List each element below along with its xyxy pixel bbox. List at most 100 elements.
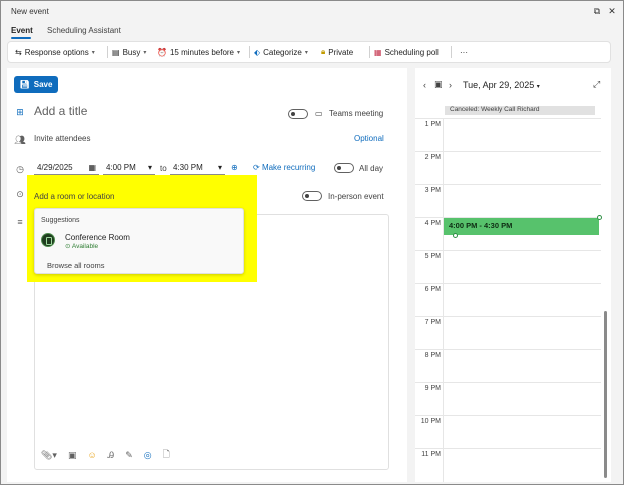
in-person-toggle[interactable] bbox=[302, 191, 322, 201]
hour-row[interactable]: 11 PM bbox=[415, 448, 601, 482]
all-day-toggle[interactable] bbox=[334, 163, 354, 173]
today-calendar-icon[interactable]: ▣ bbox=[434, 79, 443, 90]
hour-row[interactable]: 5 PM bbox=[415, 250, 601, 284]
busy-button[interactable]: ▤ Busy ▾ bbox=[112, 42, 146, 62]
scheduling-poll-button[interactable]: ▦ Scheduling poll bbox=[374, 42, 439, 62]
hour-label: 3 PM bbox=[424, 187, 441, 194]
start-date-value: 4/29/2025 bbox=[37, 162, 73, 172]
calendar-date-picker[interactable]: Tue, Apr 29, 2025 ▾ bbox=[463, 80, 540, 90]
previous-day-icon[interactable]: ‹ bbox=[423, 80, 426, 90]
save-button[interactable]: 💾︎ Save bbox=[14, 76, 58, 93]
chevron-down-icon: ▾ bbox=[536, 84, 540, 90]
tab-scheduling-assistant[interactable]: Scheduling Assistant bbox=[47, 26, 121, 35]
chevron-down-icon: ▾ bbox=[91, 49, 95, 56]
hour-column-divider bbox=[443, 119, 444, 152]
hour-column-divider bbox=[443, 449, 444, 482]
end-time-dropdown[interactable]: 4:30 PM ▾ bbox=[170, 160, 225, 175]
conference-room-icon bbox=[41, 233, 55, 247]
close-icon[interactable]: ✕ bbox=[606, 5, 618, 17]
chevron-down-icon: ▾ bbox=[217, 162, 222, 172]
scheduling-poll-label: Scheduling poll bbox=[384, 47, 439, 57]
hour-column-divider bbox=[443, 152, 444, 185]
calendar-scrollbar-thumb[interactable] bbox=[604, 311, 607, 478]
calendar-scrollbar[interactable] bbox=[603, 111, 607, 478]
canceled-event-block[interactable]: Canceled: Weekly Call Richard bbox=[445, 106, 595, 115]
hour-column-divider bbox=[443, 350, 444, 383]
start-time-dropdown[interactable]: 4:00 PM ▾ bbox=[103, 160, 155, 175]
teams-meeting-label: Teams meeting bbox=[329, 109, 384, 118]
hour-row[interactable]: 3 PM bbox=[415, 184, 601, 218]
hour-label: 9 PM bbox=[424, 385, 441, 392]
tab-bar: Event Scheduling Assistant bbox=[1, 23, 623, 39]
hour-column-divider bbox=[443, 251, 444, 284]
teams-meeting-toggle[interactable] bbox=[288, 109, 308, 119]
reminder-button[interactable]: ⏰ 15 minutes before ▾ bbox=[157, 42, 240, 62]
tag-icon: ⬖ bbox=[254, 47, 261, 57]
hour-label: 10 PM bbox=[420, 418, 441, 425]
popout-icon[interactable]: ⧉ bbox=[591, 5, 603, 17]
hour-label: 2 PM bbox=[424, 154, 441, 161]
attach-paperclip-icon[interactable]: 📎︎▾ bbox=[41, 450, 57, 461]
expand-icon[interactable]: ⤢ bbox=[593, 79, 600, 90]
suggestions-heading: Suggestions bbox=[41, 217, 80, 224]
save-label: Save bbox=[33, 80, 53, 89]
toolbar-divider bbox=[249, 46, 250, 58]
resize-handle-bottom[interactable] bbox=[453, 233, 458, 238]
start-date-field[interactable]: 4/29/2025 ▦ bbox=[34, 160, 99, 175]
lock-icon: 🔒︎ bbox=[321, 47, 326, 56]
hour-row[interactable]: 6 PM bbox=[415, 283, 601, 317]
hour-label: 5 PM bbox=[424, 253, 441, 260]
categorize-label: Categorize bbox=[263, 47, 302, 57]
response-options-icon: ⇆ bbox=[15, 47, 22, 57]
more-icon: ··· bbox=[460, 47, 468, 57]
calendar-icon: ▦ bbox=[88, 162, 96, 172]
next-day-icon[interactable]: › bbox=[449, 80, 452, 90]
format-text-icon[interactable]: Ꭿ bbox=[108, 450, 115, 461]
window-title: New event bbox=[11, 7, 49, 16]
new-event-window: New event ⧉ ✕ Event Scheduling Assistant… bbox=[0, 0, 624, 485]
attendees-input[interactable]: Invite attendees bbox=[34, 134, 90, 143]
hour-row[interactable]: 1 PM bbox=[415, 118, 601, 152]
title-input[interactable]: Add a title bbox=[34, 104, 87, 118]
event-type-icon[interactable]: ⊞ bbox=[14, 106, 26, 118]
emoji-icon[interactable]: ☺ bbox=[87, 450, 96, 460]
new-event-block[interactable]: 4:00 PM - 4:30 PM bbox=[444, 215, 602, 238]
time-zone-globe-icon[interactable]: ⊕ bbox=[231, 163, 238, 172]
conference-room-option[interactable]: Conference Room bbox=[65, 233, 130, 242]
make-recurring-button[interactable]: ⟳ Make recurring bbox=[253, 163, 315, 172]
location-input[interactable]: Add a room or location bbox=[34, 192, 115, 201]
private-label: Private bbox=[328, 47, 354, 57]
room-status-label: Available bbox=[71, 243, 99, 250]
clock-icon: ◷ bbox=[16, 164, 24, 174]
event-toolbar: ⇆ Response options ▾ ▤ Busy ▾ ⏰ 15 minut… bbox=[7, 41, 611, 63]
room-suggestions-dropdown: Suggestions Conference Room ⊙ Available … bbox=[34, 208, 244, 274]
response-options-button[interactable]: ⇆ Response options ▾ bbox=[15, 42, 95, 62]
hour-label: 8 PM bbox=[424, 352, 441, 359]
hour-row[interactable]: 7 PM bbox=[415, 316, 601, 350]
hour-row[interactable]: 8 PM bbox=[415, 349, 601, 383]
busy-label: Busy bbox=[122, 47, 141, 57]
briefcase-icon: ▤ bbox=[112, 47, 120, 57]
hour-column-divider bbox=[443, 383, 444, 416]
hour-column-divider bbox=[443, 317, 444, 350]
hour-label: 4 PM bbox=[424, 220, 441, 227]
insert-image-icon[interactable]: ▣ bbox=[68, 450, 77, 461]
private-button[interactable]: 🔒︎ Private bbox=[321, 42, 353, 62]
toolbar-divider bbox=[369, 46, 370, 58]
hour-row[interactable]: 2 PM bbox=[415, 151, 601, 185]
more-options-button[interactable]: ··· bbox=[460, 42, 468, 62]
active-tab-indicator bbox=[11, 37, 31, 39]
hour-row[interactable]: 10 PM bbox=[415, 415, 601, 449]
tab-event[interactable]: Event bbox=[11, 26, 33, 35]
hour-label: 6 PM bbox=[424, 286, 441, 293]
optional-attendees-link[interactable]: Optional bbox=[354, 134, 384, 143]
editor-toolbar: 📎︎▾ ▣ ☺ Ꭿ ✎ ◎ 🗋︎ bbox=[41, 447, 170, 463]
copilot-icon[interactable]: ◎ bbox=[144, 450, 152, 461]
resize-handle-top[interactable] bbox=[597, 215, 602, 220]
document-icon[interactable]: 🗋︎ bbox=[163, 447, 170, 463]
hour-column-divider bbox=[443, 185, 444, 218]
browse-all-rooms-link[interactable]: Browse all rooms bbox=[47, 261, 105, 270]
categorize-button[interactable]: ⬖ Categorize ▾ bbox=[254, 42, 308, 62]
hour-row[interactable]: 9 PM bbox=[415, 382, 601, 416]
pen-draw-icon[interactable]: ✎ bbox=[125, 450, 133, 461]
